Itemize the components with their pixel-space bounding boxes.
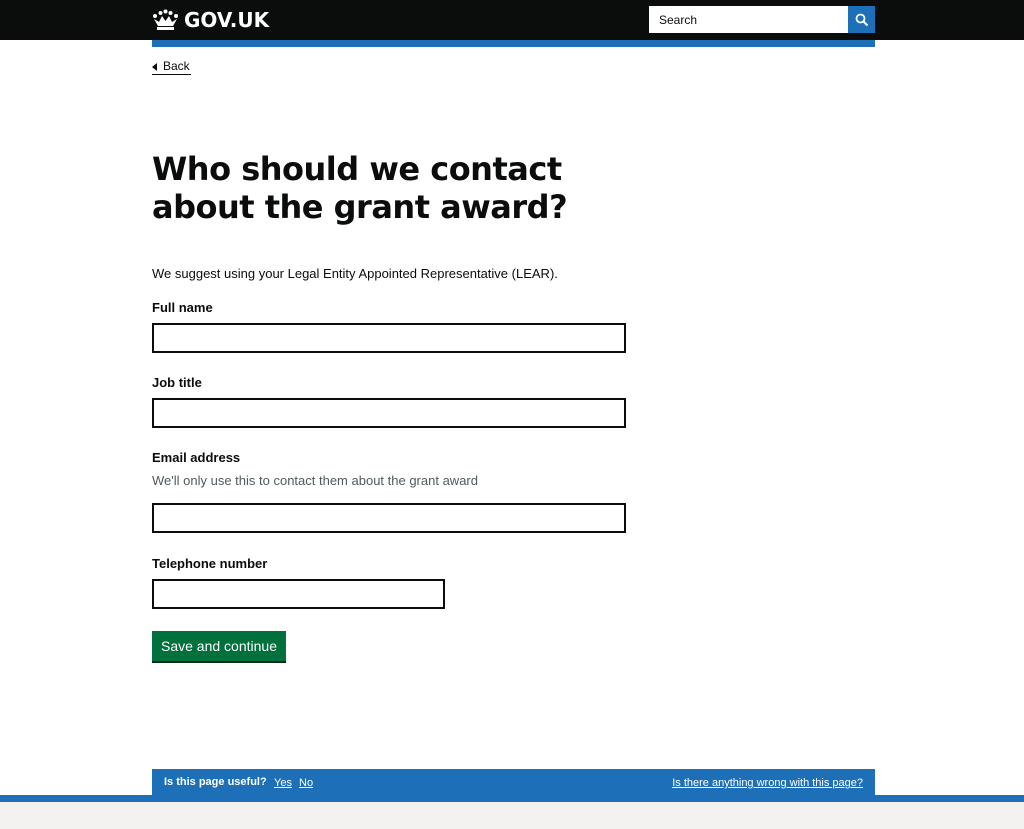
full-name-label: Full name (152, 300, 213, 315)
header-container: GOV.UK (152, 0, 875, 40)
triangle-left-icon (152, 62, 157, 71)
back-link[interactable]: Back (152, 58, 191, 75)
job-title-label: Job title (152, 375, 202, 390)
intro-hint: We suggest using your Legal Entity Appoi… (152, 266, 558, 281)
feedback-no-link[interactable]: No (299, 777, 313, 789)
page-title: Who should we contact about the grant aw… (152, 150, 568, 226)
email-hint: We'll only use this to contact them abou… (152, 473, 478, 488)
crown-icon (153, 9, 178, 30)
back-link-label: Back (163, 59, 190, 73)
feedback-question: Is this page useful? (164, 776, 267, 788)
email-label: Email address (152, 450, 241, 465)
header-accent-bar (152, 40, 875, 47)
feedback-yes-link[interactable]: Yes (274, 777, 292, 789)
magnifier-icon (855, 13, 868, 26)
save-and-continue-button[interactable]: Save and continue (152, 631, 286, 661)
search-button[interactable] (848, 6, 875, 33)
job-title-input[interactable] (152, 398, 626, 428)
site-footer (0, 802, 1024, 829)
feedback-banner: Is this page useful? Yes No Is there any… (152, 769, 875, 795)
footer-accent-bar (0, 795, 1024, 802)
logo-text: GOV.UK (184, 8, 270, 32)
govuk-logo-link[interactable]: GOV.UK (152, 7, 269, 33)
search-form (649, 6, 875, 33)
email-input[interactable] (152, 503, 626, 533)
telephone-label: Telephone number (152, 556, 268, 571)
site-header: GOV.UK (0, 0, 1024, 40)
search-input[interactable] (649, 6, 848, 33)
telephone-input[interactable] (152, 579, 445, 609)
full-name-input[interactable] (152, 323, 626, 353)
report-problem-link[interactable]: Is there anything wrong with this page? (672, 777, 863, 789)
